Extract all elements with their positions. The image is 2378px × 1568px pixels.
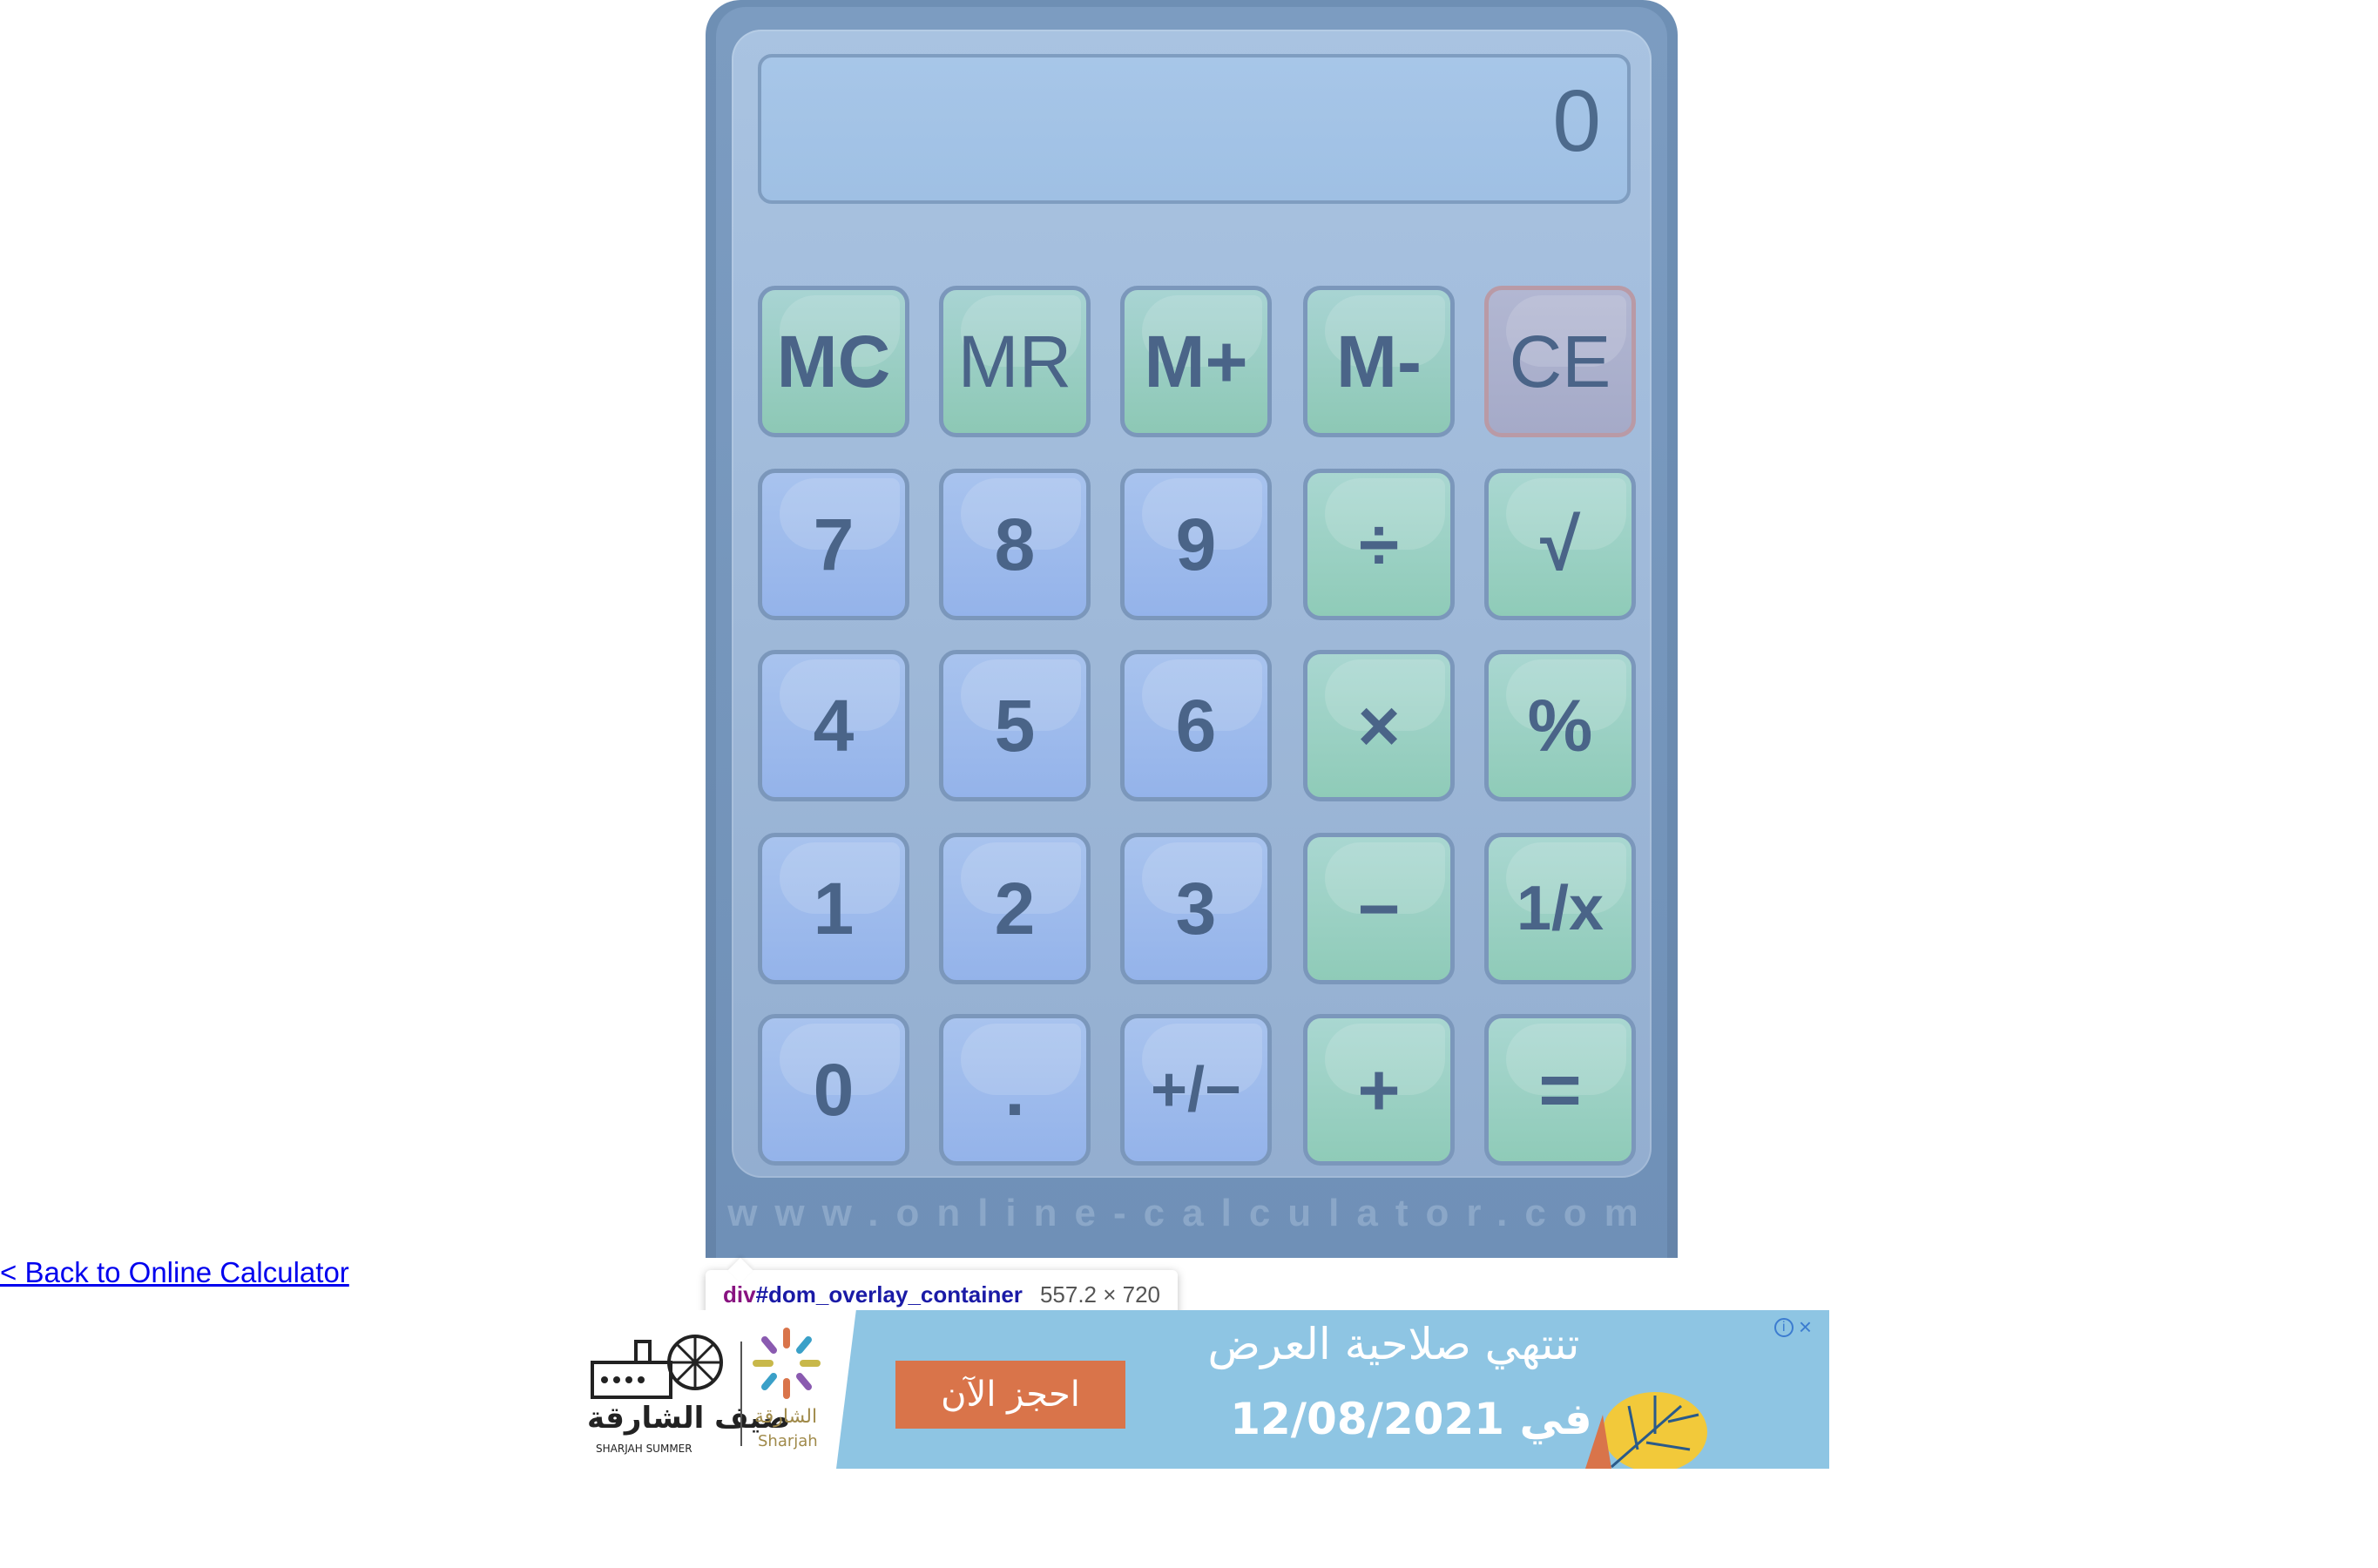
book-now-button[interactable]: احجز الآن — [895, 1361, 1125, 1429]
ad-logo-left-en: SHARJAH SUMMER — [596, 1443, 692, 1455]
add-label: + — [1357, 1048, 1401, 1131]
ad-info-icon[interactable]: i — [1773, 1317, 1794, 1337]
memory-add-button[interactable]: M+ — [1120, 286, 1272, 437]
memory-subtract-label: M- — [1336, 320, 1422, 402]
digit-2-button[interactable]: 2 — [939, 833, 1091, 984]
percent-label: % — [1527, 684, 1593, 767]
ad-close-icon[interactable]: × — [1799, 1314, 1812, 1341]
reciprocal-button[interactable]: 1/x — [1484, 833, 1636, 984]
percent-button[interactable]: % — [1484, 650, 1636, 801]
decimal-point-label: . — [1004, 1048, 1025, 1131]
digit-9-button[interactable]: 9 — [1120, 469, 1272, 620]
ad-controls: i × — [1773, 1314, 1812, 1341]
multiply-button[interactable]: × — [1303, 650, 1455, 801]
digit-6-label: 6 — [1175, 684, 1217, 767]
digit-4-label: 4 — [813, 684, 855, 767]
digit-1-label: 1 — [813, 867, 855, 950]
reciprocal-label: 1/x — [1516, 874, 1604, 943]
digit-9-label: 9 — [1175, 503, 1217, 585]
digit-3-button[interactable]: 3 — [1120, 833, 1272, 984]
digit-1-button[interactable]: 1 — [758, 833, 909, 984]
digit-5-button[interactable]: 5 — [939, 650, 1091, 801]
digit-4-button[interactable]: 4 — [758, 650, 909, 801]
clear-entry-label: CE — [1509, 320, 1611, 402]
ad-logo-right-en: Sharjah — [758, 1432, 818, 1450]
clear-entry-button[interactable]: CE — [1484, 286, 1636, 437]
memory-clear-label: MC — [776, 320, 891, 402]
digit-8-label: 8 — [994, 503, 1036, 585]
digit-5-label: 5 — [994, 684, 1036, 767]
subtract-button[interactable]: − — [1303, 833, 1455, 984]
inspector-id: #dom_overlay_container — [755, 1281, 1023, 1308]
square-root-label: √ — [1539, 503, 1581, 585]
divide-button[interactable]: ÷ — [1303, 469, 1455, 620]
watermark-text: www.online-calculator.com — [727, 1192, 1656, 1234]
equals-label: = — [1538, 1048, 1582, 1131]
decimal-point-button[interactable]: . — [939, 1014, 1091, 1166]
keypad: MC MR M+ M- CE 7 8 9 ÷ √ 4 5 6 ×% 1 2 3 − 1/x 0. +/− + = — [706, 0, 1678, 1258]
inspector-tag: div — [723, 1281, 756, 1308]
ad-logo-divider — [740, 1342, 742, 1446]
divide-label: ÷ — [1358, 503, 1400, 585]
back-to-calculator-link[interactable]: < Back to Online Calculator — [0, 1256, 349, 1289]
digit-6-button[interactable]: 6 — [1120, 650, 1272, 801]
ad-headline: تنتهي صلاحية العرض — [1207, 1319, 1580, 1369]
digit-0-label: 0 — [813, 1048, 855, 1131]
memory-subtract-button[interactable]: M- — [1303, 286, 1455, 437]
square-root-button[interactable]: √ — [1484, 469, 1636, 620]
digit-3-label: 3 — [1175, 867, 1217, 950]
page: 0 MC MR M+ M- CE 7 8 9 ÷ √ 4 5 6 ×% 1 2 3 − 1/x 0. +/− + = www… — [0, 0, 2378, 1568]
subtract-label: − — [1357, 867, 1401, 950]
memory-recall-button[interactable]: MR — [939, 286, 1091, 437]
digit-8-button[interactable]: 8 — [939, 469, 1091, 620]
memory-clear-button[interactable]: MC — [758, 286, 909, 437]
plus-minus-label: +/− — [1150, 1055, 1242, 1125]
plus-minus-button[interactable]: +/− — [1120, 1014, 1272, 1166]
digit-7-button[interactable]: 7 — [758, 469, 909, 620]
add-button[interactable]: + — [1303, 1014, 1455, 1166]
digit-7-label: 7 — [813, 503, 855, 585]
digit-0-button[interactable]: 0 — [758, 1014, 909, 1166]
ad-logos: صيف الشارقة SHARJAH SUMMER الشارقة Sharj… — [575, 1310, 836, 1469]
multiply-label: × — [1357, 684, 1401, 767]
inspector-size: 557.2 × 720 — [1039, 1281, 1161, 1308]
memory-add-label: M+ — [1144, 320, 1248, 402]
ad-banner[interactable]: صيف الشارقة SHARJAH SUMMER الشارقة Sharj… — [575, 1310, 1829, 1469]
digit-2-label: 2 — [994, 867, 1036, 950]
ad-date-line: في 12/08/2021 — [1230, 1394, 1592, 1444]
sharjah-brand-logo-icon — [753, 1328, 821, 1399]
calculator: 0 MC MR M+ M- CE 7 8 9 ÷ √ 4 5 6 ×% 1 2 3 − 1/x 0. +/− + = www… — [706, 0, 1678, 1258]
memory-recall-label: MR — [957, 320, 1072, 402]
palm-leaf-icon — [1585, 1392, 1707, 1469]
ad-logo-right-ar: الشارقة — [754, 1406, 818, 1428]
equals-button[interactable]: = — [1484, 1014, 1636, 1166]
